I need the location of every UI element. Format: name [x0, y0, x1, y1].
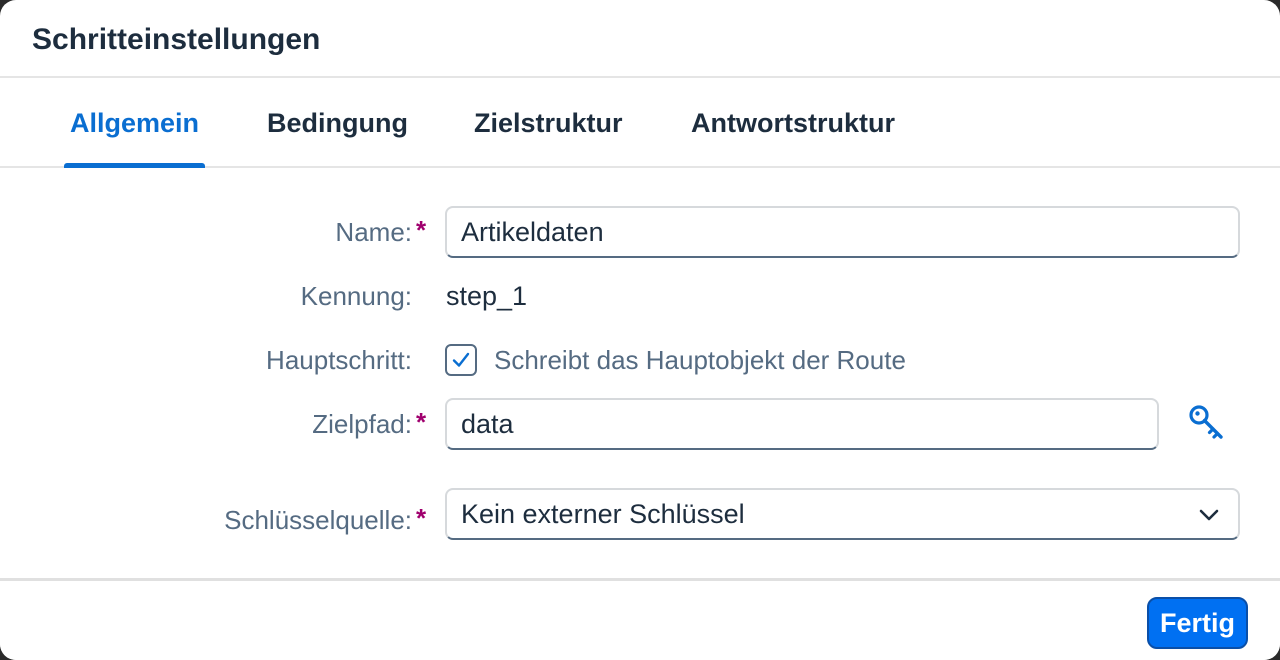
hauptschritt-checkbox-label[interactable]: Schreibt das Hauptobjekt der Route: [494, 344, 906, 376]
tab-antwortstruktur[interactable]: Antwortstruktur: [691, 80, 895, 166]
zielpfad-input[interactable]: [445, 398, 1159, 450]
dialog-title: Schritteinstellungen: [32, 23, 321, 56]
schluesselquelle-label: Schlüsselquelle:: [224, 505, 412, 535]
tab-zielstruktur[interactable]: Zielstruktur: [474, 80, 623, 166]
chevron-down-icon: [1199, 509, 1219, 521]
tab-bar: Allgemein Bedingung Zielstruktur Antwort…: [0, 80, 1280, 168]
key-icon[interactable]: [1188, 404, 1226, 442]
name-input[interactable]: [445, 206, 1240, 258]
zielpfad-required-marker: *: [416, 407, 427, 437]
tab-allgemein[interactable]: Allgemein: [63, 80, 206, 168]
checkmark-icon: [452, 352, 470, 367]
tab-bedingung[interactable]: Bedingung: [267, 80, 408, 166]
schluesselquelle-select[interactable]: Kein externer Schlüssel: [445, 488, 1240, 540]
dialog-header: Schritteinstellungen: [0, 0, 1280, 78]
name-label: Name:: [335, 217, 412, 247]
kennung-label: Kennung:: [300, 281, 412, 311]
name-required-marker: *: [416, 215, 427, 245]
hauptschritt-label: Hauptschritt:: [266, 345, 412, 375]
zielpfad-label: Zielpfad:: [312, 409, 412, 439]
kennung-value: step_1: [446, 281, 528, 311]
schluesselquelle-required-marker: *: [416, 503, 427, 533]
schluesselquelle-selected-value: Kein externer Schlüssel: [461, 499, 745, 529]
dialog-footer: Fertig: [0, 578, 1280, 660]
step-settings-dialog: Schritteinstellungen Allgemein Bedingung…: [0, 0, 1280, 660]
done-button[interactable]: Fertig: [1147, 597, 1248, 649]
hauptschritt-checkbox[interactable]: [445, 344, 477, 376]
